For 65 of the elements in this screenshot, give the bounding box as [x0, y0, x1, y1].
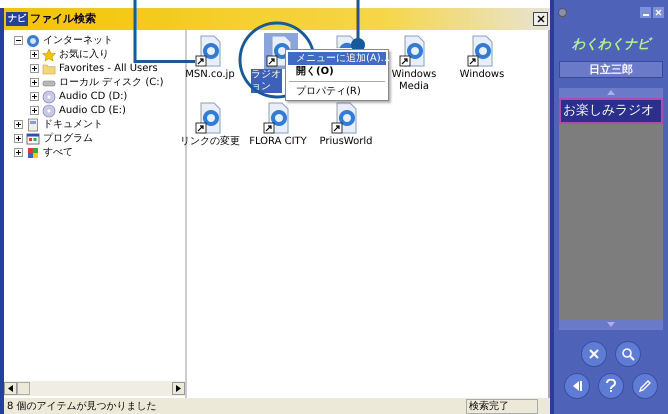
collapse-toggle[interactable]: [14, 36, 23, 45]
file-label[interactable]: リンクの変更: [180, 136, 240, 148]
file-label[interactable]: Windows: [460, 69, 504, 81]
expand-toggle[interactable]: [30, 78, 39, 87]
expand-toggle[interactable]: [30, 92, 39, 101]
down-arrow-icon: [607, 322, 615, 327]
right-arrow-icon: [176, 385, 181, 392]
file-label[interactable]: MSN.co.jp: [185, 69, 235, 81]
expand-toggle[interactable]: [30, 64, 39, 73]
star-icon: [42, 48, 56, 62]
close-icon: [536, 15, 544, 23]
tree-item[interactable]: ドキュメント: [43, 117, 103, 132]
globe-icon: [26, 34, 40, 48]
close-icon: [588, 348, 600, 360]
expand-toggle[interactable]: [14, 120, 23, 129]
tree-item[interactable]: お気に入り: [59, 47, 109, 62]
cd-icon: [42, 90, 56, 104]
window-title: ファイル検索: [30, 10, 96, 27]
tree-item[interactable]: プログラム: [43, 131, 93, 146]
app-logo: ナビ: [6, 12, 28, 26]
user-name-button[interactable]: 日立三郎: [559, 60, 663, 78]
horizontal-scrollbar[interactable]: [4, 381, 185, 396]
expand-toggle[interactable]: [30, 50, 39, 59]
menu-list-item[interactable]: お楽しみラジオ: [559, 98, 663, 124]
file-label[interactable]: PriusWorld: [320, 136, 372, 148]
program-window-icon: [26, 132, 40, 146]
status-state: 検索完了: [466, 398, 538, 414]
menu-item[interactable]: 開く(O): [288, 65, 386, 78]
help-button[interactable]: [598, 372, 624, 398]
expand-toggle[interactable]: [14, 134, 23, 143]
edit-button[interactable]: [632, 372, 658, 398]
app-logo: わくわくナビ: [572, 35, 650, 54]
up-arrow-icon: [607, 90, 615, 95]
scroll-thumb[interactable]: [17, 382, 30, 395]
file-label[interactable]: FLORA CITY: [249, 136, 307, 148]
tree-item[interactable]: インターネット: [43, 33, 113, 48]
tree-item[interactable]: Audio CD (E:): [59, 103, 126, 118]
back-button[interactable]: [564, 372, 590, 398]
tree-item[interactable]: Favorites - All Users: [59, 61, 158, 76]
cd-icon: [42, 104, 56, 118]
flag-icon: [26, 146, 40, 160]
expand-toggle[interactable]: [14, 148, 23, 157]
status-light-icon: [558, 8, 567, 16]
folder-icon: [42, 62, 56, 76]
menu-item[interactable]: プロパティ(R): [288, 85, 386, 98]
minimize-button[interactable]: [640, 6, 651, 18]
scroll-left-button[interactable]: [4, 382, 17, 395]
tree-item[interactable]: ローカル ディスク (C:): [59, 75, 164, 90]
left-arrow-icon: [8, 385, 13, 392]
tree-item[interactable]: すべて: [43, 145, 73, 160]
help-icon: [605, 378, 617, 392]
search-icon: [621, 346, 635, 360]
tree-item[interactable]: Audio CD (D:): [59, 89, 128, 104]
close-icon: [655, 8, 662, 16]
leader-line: [133, 0, 195, 64]
pencil-icon: [638, 378, 652, 392]
expand-toggle[interactable]: [30, 106, 39, 115]
close-button[interactable]: [533, 12, 548, 26]
close-button[interactable]: [581, 340, 607, 366]
status-message: 8 個のアイテムが見つかりました: [6, 400, 158, 414]
back-icon: [571, 380, 583, 392]
callout-pointer: [351, 0, 365, 52]
scroll-right-button[interactable]: [172, 382, 185, 395]
document-icon: [26, 118, 40, 132]
search-button[interactable]: [615, 340, 641, 366]
